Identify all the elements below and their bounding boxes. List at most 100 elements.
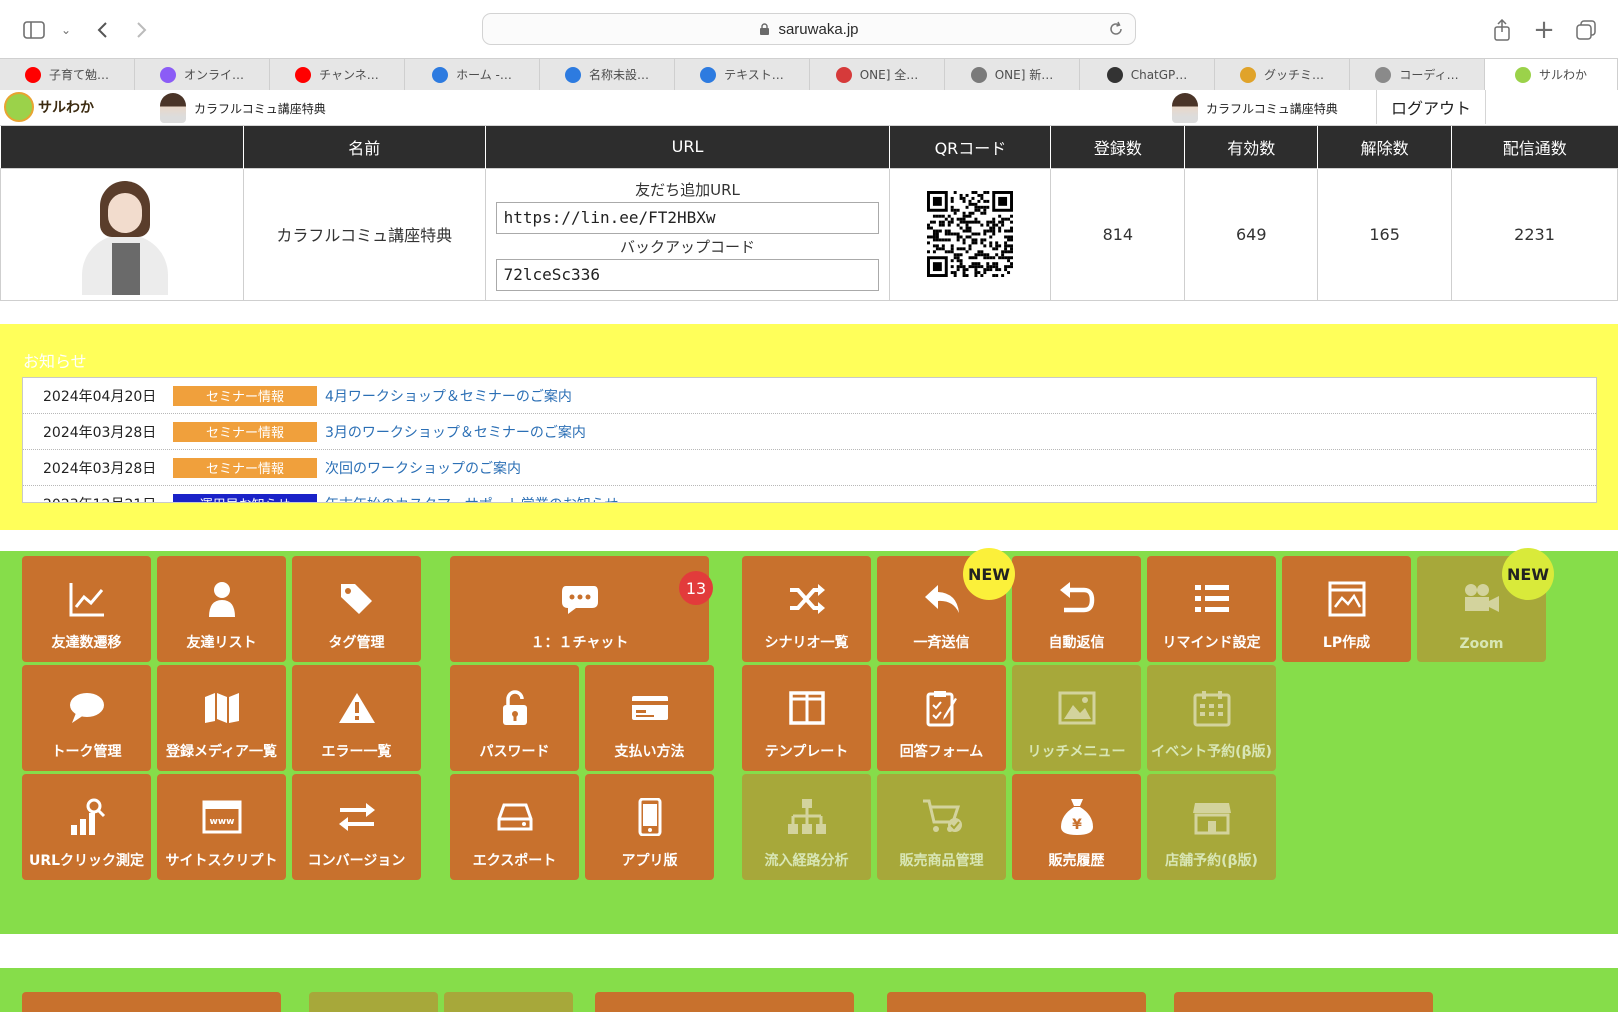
columns-icon bbox=[788, 687, 825, 729]
friend-url-field[interactable]: https://lin.ee/FT2HBXw bbox=[495, 202, 880, 234]
menu-tile-label: 支払い方法 bbox=[614, 744, 685, 760]
menu-tile-tag-manage[interactable]: タグ管理 bbox=[292, 556, 421, 662]
browser-tab[interactable]: ホーム -… bbox=[405, 59, 540, 90]
menu-tile[interactable] bbox=[1174, 992, 1433, 1012]
menu-tile-auto-reply[interactable]: 自動返信 bbox=[1012, 556, 1141, 662]
qr-code[interactable] bbox=[927, 191, 1014, 277]
menu-tile-remind[interactable]: リマインド設定 bbox=[1147, 556, 1276, 662]
notice-date: 2024年03月28日 bbox=[43, 460, 157, 477]
menu-tile-label: URLクリック測定 bbox=[28, 853, 145, 869]
menu-tile-inflow[interactable]: 流入経路分析 bbox=[742, 774, 871, 880]
menu-tile-label: 友達リスト bbox=[186, 635, 257, 651]
menu-tile-payment[interactable]: 支払い方法 bbox=[585, 665, 714, 771]
menu-tile-friend-list[interactable]: 友達リスト bbox=[157, 556, 286, 662]
table-row: カラフルコミュ講座特典 友だち追加URL https://lin.ee/FT2H… bbox=[0, 167, 1618, 301]
t-icon bbox=[1375, 66, 1392, 83]
menu-tile-password[interactable]: パスワード bbox=[450, 665, 579, 771]
logout-button[interactable]: ログアウト bbox=[1376, 90, 1486, 124]
flower-icon bbox=[835, 66, 852, 83]
browser-tab[interactable]: サルわか bbox=[1485, 59, 1618, 90]
menu-tile-site-script[interactable]: www サイトスクリプト bbox=[157, 774, 286, 880]
new-badge: NEW bbox=[963, 548, 1015, 600]
menu-tile-export[interactable]: エクスポート bbox=[450, 774, 579, 880]
menu-tile-url-click[interactable]: URLクリック測定 bbox=[22, 774, 151, 880]
menu-tile-label: 回答フォーム bbox=[899, 744, 984, 760]
menu-tile-form[interactable]: 回答フォーム bbox=[877, 665, 1006, 771]
notice-link[interactable]: 3月のワークショップ＆セミナーのご案内 bbox=[325, 422, 586, 442]
share-icon[interactable] bbox=[1488, 16, 1516, 44]
address-bar[interactable]: saruwaka.jp bbox=[482, 13, 1136, 45]
menu-tile-label: イベント予約(β版) bbox=[1151, 744, 1272, 760]
menu-tile-store[interactable]: 店舗予約(β版) bbox=[1147, 774, 1276, 880]
account-name-cell: カラフルコミュ講座特典 bbox=[242, 167, 486, 301]
menu-tile-sales[interactable]: ¥ 販売履歴 bbox=[1012, 774, 1141, 880]
new-tab-icon[interactable]: + bbox=[1530, 15, 1558, 45]
tab-label: ホーム -… bbox=[456, 68, 512, 82]
tab-strip: 子育て勉… オンライ… チャンネ… ホーム -… 名称未設… テキスト… ONE] 全… ON… bbox=[0, 58, 1618, 90]
menu-tile-label: タグ管理 bbox=[328, 635, 385, 651]
browser-tab[interactable]: グッチミ… bbox=[1215, 59, 1350, 90]
menu-tile[interactable] bbox=[595, 992, 854, 1012]
menu-tile[interactable] bbox=[444, 992, 573, 1012]
current-account[interactable]: カラフルコミュ講座特典 bbox=[1172, 93, 1338, 123]
menu-tile-label: アプリ版 bbox=[621, 853, 678, 869]
forward-icon[interactable] bbox=[128, 16, 156, 44]
browser-tab[interactable]: チャンネ… bbox=[270, 59, 405, 90]
notice-link[interactable]: 4月ワークショップ＆セミナーのご案内 bbox=[325, 386, 572, 406]
notice-item[interactable]: 2023年12月21日運用局お知らせ年末年始のカスタマーサポート営業のお知らせ bbox=[23, 486, 1596, 503]
menu-tile-products[interactable]: 販売商品管理 bbox=[877, 774, 1006, 880]
menu-tile-talk[interactable]: トーク管理 bbox=[22, 665, 151, 771]
account-photo bbox=[0, 167, 244, 301]
menu-tile-friend-trend[interactable]: 友達数遷移 bbox=[22, 556, 151, 662]
tab-label: 名称未設… bbox=[588, 68, 649, 82]
menu-tile-app[interactable]: アプリ版 bbox=[585, 774, 714, 880]
menu-tile[interactable] bbox=[22, 992, 281, 1012]
browser-tab[interactable]: ONE] 新… bbox=[945, 59, 1080, 90]
menu-grid: 友達数遷移 友達リスト タグ管理 １：１チャット シナリオ一覧 一斉送信 自動返信 リマインド… bbox=[0, 548, 1618, 934]
menu-tile[interactable] bbox=[309, 992, 438, 1012]
col-registered: 登録数 bbox=[1050, 126, 1186, 168]
notice-link[interactable]: 次回のワークショップのご案内 bbox=[325, 458, 521, 478]
menu-tile-conversion[interactable]: コンバージョン bbox=[292, 774, 421, 880]
menu-tile-lp[interactable]: LP作成 bbox=[1282, 556, 1411, 662]
menu-tile-errors[interactable]: エラー一覧 bbox=[292, 665, 421, 771]
menu-tile-label: LP作成 bbox=[1322, 635, 1371, 651]
notice-item[interactable]: 2024年04月20日 セミナー情報 4月ワークショップ＆セミナーのご案内 bbox=[23, 378, 1596, 414]
menu-tile-media[interactable]: 登録メディア一覧 bbox=[157, 665, 286, 771]
browser-tab[interactable]: コーディ… bbox=[1350, 59, 1485, 90]
back-icon[interactable] bbox=[88, 16, 116, 44]
menu-grid-secondary bbox=[0, 968, 1618, 1012]
notice-list[interactable]: 2024年04月20日 セミナー情報 4月ワークショップ＆セミナーのご案内 2024年… bbox=[22, 377, 1597, 503]
menu-tile-event[interactable]: イベント予約(β版) bbox=[1147, 665, 1276, 771]
exchange-icon bbox=[338, 796, 376, 838]
backup-code-field[interactable]: 72lceSc336 bbox=[495, 259, 880, 291]
notice-item[interactable]: 2024年03月28日 セミナー情報 3月のワークショップ＆セミナーのご案内 bbox=[23, 414, 1596, 450]
chevron-down-icon[interactable]: ⌄ bbox=[52, 16, 80, 44]
logo[interactable]: サルわか bbox=[4, 92, 94, 122]
menu-tile-label: 流入経路分析 bbox=[764, 853, 849, 869]
notice-item[interactable]: 2024年03月28日 セミナー情報 次回のワークショップのご案内 bbox=[23, 450, 1596, 486]
www-icon: www bbox=[202, 796, 242, 838]
browser-tab[interactable]: 子育て勉… bbox=[0, 59, 135, 90]
menu-tile-label: 販売履歴 bbox=[1048, 853, 1105, 869]
menu-tile-chat[interactable]: １：１チャット bbox=[450, 556, 709, 662]
friend-url-label: 友だち追加URL bbox=[635, 181, 740, 199]
browser-tab[interactable]: 名称未設… bbox=[540, 59, 675, 90]
account-selector[interactable]: カラフルコミュ講座特典 bbox=[160, 93, 326, 123]
unread-count-badge: 13 bbox=[679, 571, 713, 605]
registered-count: 814 bbox=[1050, 167, 1186, 301]
tab-overview-icon[interactable] bbox=[1572, 16, 1600, 44]
browser-tab[interactable]: ONE] 全… bbox=[810, 59, 945, 90]
browser-tab[interactable]: オンライ… bbox=[135, 59, 270, 90]
notice-link[interactable]: 年末年始のカスタマーサポート営業のお知らせ bbox=[325, 494, 618, 503]
browser-tab[interactable]: ChatGP… bbox=[1080, 59, 1215, 90]
browser-tab[interactable]: テキスト… bbox=[675, 59, 810, 90]
menu-tile-richmenu[interactable]: リッチメニュー bbox=[1012, 665, 1141, 771]
menu-tile[interactable] bbox=[887, 992, 1146, 1012]
reload-icon[interactable] bbox=[1107, 20, 1125, 38]
sidebar-icon[interactable] bbox=[20, 16, 48, 44]
menu-tile-scenario[interactable]: シナリオ一覧 bbox=[742, 556, 871, 662]
mobile-icon bbox=[638, 796, 662, 838]
menu-tile-template[interactable]: テンプレート bbox=[742, 665, 871, 771]
browser-toolbar: ⌄ saruwaka.jp + bbox=[0, 0, 1618, 58]
